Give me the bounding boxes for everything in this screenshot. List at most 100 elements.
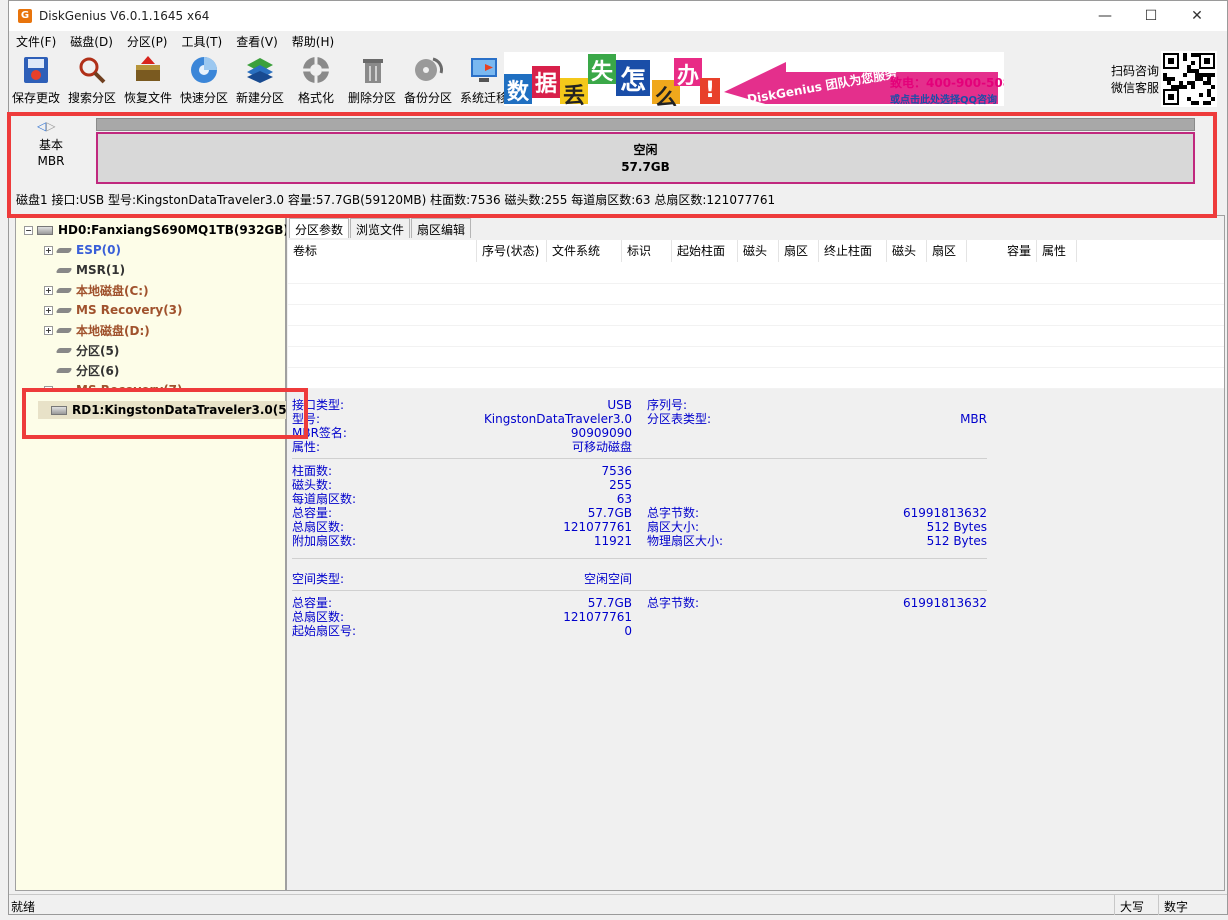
tree-partition-item[interactable]: 分区(5) xyxy=(44,341,119,359)
partition-icon xyxy=(55,327,73,333)
partition-table: 卷标 序号(状态) 文件系统 标识 起始柱面 磁头 扇区 终止柱面 磁头 扇区 容量 属性 xyxy=(288,240,1224,389)
caps-lock-indicator: 大写 xyxy=(1114,895,1158,915)
tree-item-label: 分区(6) xyxy=(76,363,120,378)
partition-icon xyxy=(55,307,73,313)
partition-icon xyxy=(55,287,73,293)
expand-icon[interactable]: + xyxy=(44,245,53,255)
highlight-box-diskmap xyxy=(7,112,1217,218)
banner-qq-link[interactable]: 或点击此处选择QQ咨询 xyxy=(890,91,997,106)
column-header[interactable]: 起始柱面 xyxy=(672,240,738,262)
quick-partition-icon xyxy=(189,55,219,85)
tree-item-label: MS Recovery(3) xyxy=(76,303,183,317)
column-header[interactable]: 扇区 xyxy=(779,240,819,262)
menu-partition[interactable]: 分区(P) xyxy=(120,33,175,50)
expand-icon[interactable]: + xyxy=(44,285,53,295)
tree-item-label: ESP(0) xyxy=(76,243,121,257)
tree-item-label: 本地磁盘(D:) xyxy=(76,323,150,338)
restore-icon xyxy=(133,55,163,85)
quick-partition-button[interactable]: 快速分区 xyxy=(176,55,232,107)
tab-sector-edit[interactable]: 扇区编辑 xyxy=(411,218,472,238)
partition-icon xyxy=(55,367,73,373)
table-row-divider xyxy=(288,367,1224,368)
disk-tree: − HD0:FanxiangS690MQ1TB(932GB) + ESP(0) MSR(… xyxy=(15,215,324,891)
backup-partition-button[interactable]: 备份分区 xyxy=(400,55,456,107)
column-header[interactable]: 容量 xyxy=(967,240,1037,262)
menu-view[interactable]: 查看(V) xyxy=(229,33,285,50)
column-header[interactable]: 标识 xyxy=(622,240,672,262)
expand-icon[interactable]: + xyxy=(44,305,53,315)
format-button[interactable]: 格式化 xyxy=(288,55,344,107)
column-header[interactable]: 卷标 xyxy=(288,240,477,262)
banner-tile: 办 xyxy=(674,58,702,89)
tree-item-label: MSR(1) xyxy=(76,263,126,277)
tree-partition-item[interactable]: + ESP(0) xyxy=(44,241,121,259)
highlight-box-tree-item xyxy=(22,388,308,439)
collapse-icon[interactable]: − xyxy=(24,225,33,235)
tree-item-label: 分区(5) xyxy=(76,343,120,358)
tree-disk-item[interactable]: − HD0:FanxiangS690MQ1TB(932GB) xyxy=(24,221,289,239)
tab-browse-files[interactable]: 浏览文件 xyxy=(350,218,411,238)
banner-tile: 怎 xyxy=(616,60,650,96)
table-row-divider xyxy=(288,283,1224,284)
app-logo-icon: G xyxy=(18,9,32,23)
backup-icon xyxy=(413,55,443,85)
window-title: DiskGenius V6.0.1.1645 x64 xyxy=(39,9,210,23)
title-bar: G DiskGenius V6.0.1.1645 x64 — ☐ ✕ xyxy=(9,1,1227,31)
column-header[interactable]: 文件系统 xyxy=(547,240,622,262)
delete-partition-button[interactable]: 删除分区 xyxy=(344,55,400,107)
migrate-icon xyxy=(469,55,499,85)
banner-tile: 失 xyxy=(588,54,616,85)
menu-disk[interactable]: 磁盘(D) xyxy=(63,33,120,50)
num-lock-indicator: 数字 xyxy=(1158,895,1214,915)
tree-partition-item[interactable]: 分区(6) xyxy=(44,361,119,379)
new-partition-button[interactable]: 新建分区 xyxy=(232,55,288,107)
partition-icon xyxy=(55,347,73,353)
tab-partition-params[interactable]: 分区参数 xyxy=(289,218,350,238)
expand-icon[interactable]: + xyxy=(44,325,53,335)
column-header[interactable]: 终止柱面 xyxy=(819,240,887,262)
save-changes-button[interactable]: 保存更改 xyxy=(8,55,64,107)
column-header[interactable]: 扇区 xyxy=(927,240,967,262)
save-icon xyxy=(21,55,51,85)
app-window: G DiskGenius V6.0.1.1645 x64 — ☐ ✕ 文件(F)… xyxy=(7,0,1228,915)
format-icon xyxy=(301,55,331,85)
restore-files-button[interactable]: 恢复文件 xyxy=(120,55,176,107)
delete-icon xyxy=(357,55,387,85)
menu-file[interactable]: 文件(F) xyxy=(9,33,63,50)
column-header[interactable]: 磁头 xyxy=(738,240,779,262)
table-row-divider xyxy=(288,388,1224,389)
menu-tools[interactable]: 工具(T) xyxy=(175,33,230,50)
menu-help[interactable]: 帮助(H) xyxy=(285,33,341,50)
partition-icon xyxy=(55,267,73,273)
maximize-button[interactable]: ☐ xyxy=(1128,1,1174,31)
column-header[interactable]: 磁头 xyxy=(887,240,927,262)
menu-bar: 文件(F) 磁盘(D) 分区(P) 工具(T) 查看(V) 帮助(H) xyxy=(9,31,1227,51)
status-text: 就绪 xyxy=(11,900,36,914)
tab-strip: 分区参数 浏览文件 扇区编辑 xyxy=(289,218,472,238)
column-header[interactable]: 序号(状态) xyxy=(477,240,547,262)
search-partition-button[interactable]: 搜索分区 xyxy=(64,55,120,107)
qr-caption: 扫码咨询 微信客服 xyxy=(1110,64,1159,95)
banner-tile: 丢 xyxy=(560,78,588,106)
tree-partition-item[interactable]: + 本地磁盘(C:) xyxy=(44,281,149,299)
banner-tile: 数 xyxy=(504,74,532,105)
banner-tile: 据 xyxy=(532,66,560,98)
tree-partition-item[interactable]: + MS Recovery(3) xyxy=(44,301,183,319)
tree-partition-item[interactable]: MSR(1) xyxy=(44,261,125,279)
column-header[interactable]: 属性 xyxy=(1037,240,1077,262)
table-row-divider xyxy=(288,304,1224,305)
tree-item-label: 本地磁盘(C:) xyxy=(76,283,149,298)
details-panel: 分区参数 浏览文件 扇区编辑 卷标 序号(状态) 文件系统 标识 起始柱面 磁头 扇区 终止柱… xyxy=(286,215,1225,891)
hard-disk-icon xyxy=(37,225,53,235)
support-banner[interactable]: 数 据 丢 失 怎 么 办 ! DiskGenius 团队为您服务 致电：400… xyxy=(504,52,1004,106)
qr-code-icon[interactable] xyxy=(1161,51,1217,107)
tree-partition-item[interactable]: + 本地磁盘(D:) xyxy=(44,321,150,339)
minimize-button[interactable]: — xyxy=(1082,1,1128,31)
partition-icon xyxy=(55,247,73,253)
table-row-divider xyxy=(288,325,1224,326)
close-button[interactable]: ✕ xyxy=(1174,1,1220,31)
banner-phone: 致电：400-900-5080 xyxy=(890,76,1004,90)
table-row-divider xyxy=(288,346,1224,347)
tree-item-label: HD0:FanxiangS690MQ1TB(932GB) xyxy=(58,223,289,237)
new-partition-icon xyxy=(245,55,275,85)
